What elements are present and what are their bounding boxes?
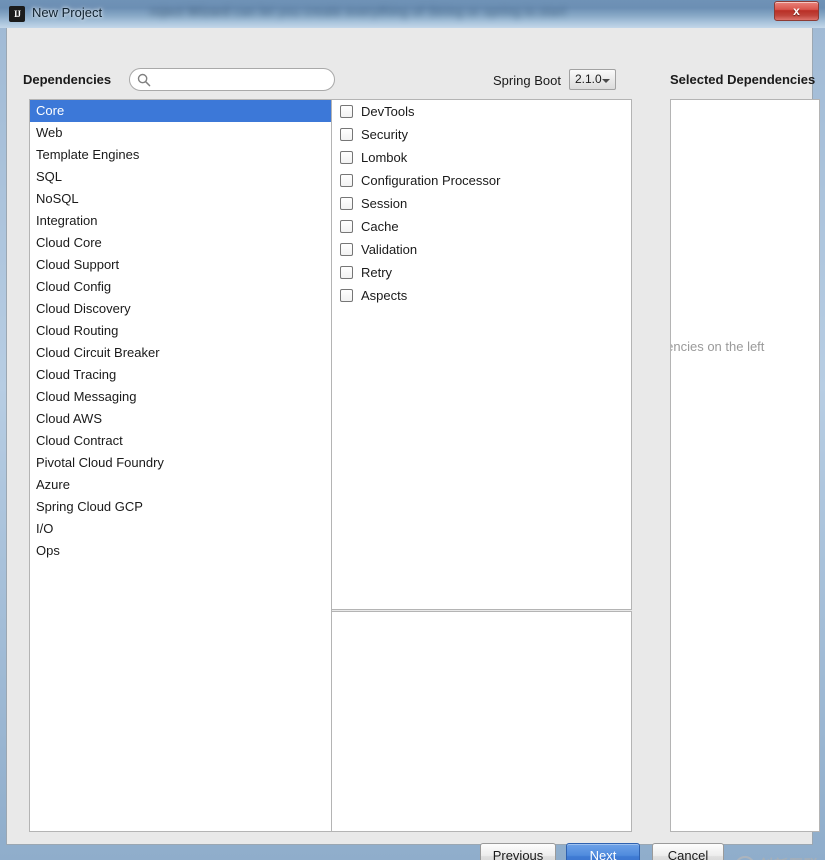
category-list-item[interactable]: Cloud Tracing [30, 364, 331, 386]
dependency-list-item[interactable]: Validation [332, 238, 631, 261]
dependency-list-item[interactable]: Retry [332, 261, 631, 284]
selected-dependencies-hint: Select dependencies on the left [671, 339, 765, 354]
checkbox-icon[interactable] [340, 243, 353, 256]
category-list-item[interactable]: Spring Cloud GCP [30, 496, 331, 518]
checkbox-icon[interactable] [340, 266, 353, 279]
titlebar-blur-text-b: can let you create everything of String … [233, 4, 567, 19]
category-list-item[interactable]: Azure [30, 474, 331, 496]
checkbox-icon[interactable] [340, 128, 353, 141]
category-list-item[interactable]: Cloud Config [30, 276, 331, 298]
search-icon [137, 73, 151, 87]
checkbox-icon[interactable] [340, 105, 353, 118]
spring-boot-version-value: 2.1.0 [575, 72, 602, 86]
category-list-item[interactable]: Cloud Core [30, 232, 331, 254]
checkbox-icon[interactable] [340, 220, 353, 233]
dependency-label: DevTools [361, 104, 415, 119]
category-list-item[interactable]: Web [30, 122, 331, 144]
dependency-label: Lombok [361, 150, 408, 165]
spring-boot-label: Spring Boot [493, 73, 561, 88]
chevron-down-icon [602, 79, 610, 83]
dependency-label: Configuration Processor [361, 173, 501, 188]
titlebar-blur-text-a: roject Wizard [150, 4, 230, 19]
dependency-list[interactable]: DevTools Security Lombok Configuration Proc… [331, 99, 632, 610]
title-bar: roject Wizard can let you create everyth… [0, 0, 825, 28]
search-box[interactable] [129, 68, 335, 91]
dependency-label: Aspects [361, 288, 408, 303]
dependency-label: Validation [361, 242, 418, 257]
category-list-item[interactable]: Ops [30, 540, 331, 562]
category-list-item[interactable]: Cloud Messaging [30, 386, 331, 408]
checkbox-icon[interactable] [340, 289, 353, 302]
dependency-list-item[interactable]: DevTools [332, 100, 631, 123]
dependency-list-item[interactable]: Aspects [332, 284, 631, 307]
titlebar-background-blur: roject Wizard can let you create everyth… [150, 0, 825, 28]
dependency-list-item[interactable]: Configuration Processor [332, 169, 631, 192]
category-list-item[interactable]: SQL [30, 166, 331, 188]
description-panel [331, 611, 632, 832]
selected-dependencies-label: Selected Dependencies [670, 72, 816, 87]
checkbox-icon[interactable] [340, 197, 353, 210]
dependency-label: Cache [361, 219, 399, 234]
category-list-item[interactable]: Cloud Circuit Breaker [30, 342, 331, 364]
checkbox-icon[interactable] [340, 174, 353, 187]
category-list-item[interactable]: Cloud Discovery [30, 298, 331, 320]
watermark-chinese-text: 创新互联 [759, 855, 819, 860]
dependency-list-item[interactable]: Lombok [332, 146, 631, 169]
close-icon: x [793, 4, 800, 18]
dependency-list-item[interactable]: Cache [332, 215, 631, 238]
category-list-item[interactable]: Cloud Contract [30, 430, 331, 452]
dependency-list-item[interactable]: Security [332, 123, 631, 146]
category-list-item[interactable]: Template Engines [30, 144, 331, 166]
category-list[interactable]: Core Web Template Engines SQL NoSQL Integrati… [29, 99, 332, 832]
category-list-item[interactable]: Cloud Routing [30, 320, 331, 342]
category-list-item[interactable]: Pivotal Cloud Foundry [30, 452, 331, 474]
dependency-list-item[interactable]: Session [332, 192, 631, 215]
spring-boot-version-select[interactable]: 2.1.0 [569, 69, 616, 90]
intellij-idea-icon: IJ [9, 6, 25, 22]
checkbox-icon[interactable] [340, 151, 353, 164]
cancel-button[interactable]: Cancel [652, 843, 724, 860]
next-button[interactable]: Next [566, 843, 640, 860]
dialog-client-area: Dependencies Spring Boot 2.1.0 Selected … [6, 28, 820, 860]
window-title: New Project [32, 5, 103, 20]
category-list-item[interactable]: I/O [30, 518, 331, 540]
dependencies-label: Dependencies [23, 72, 112, 87]
window-frame: roject Wizard can let you create everyth… [0, 0, 825, 860]
category-list-item[interactable]: Core [30, 100, 331, 122]
search-input[interactable] [155, 71, 327, 89]
category-list-item[interactable]: Integration [30, 210, 331, 232]
dependency-label: Security [361, 127, 408, 142]
dependency-label: Session [361, 196, 408, 211]
watermark-mark-icon: CX [735, 856, 755, 860]
close-button[interactable]: x [774, 1, 819, 21]
category-list-item[interactable]: Cloud Support [30, 254, 331, 276]
dependency-label: Retry [361, 265, 393, 280]
category-list-item[interactable]: Cloud AWS [30, 408, 331, 430]
selected-dependencies-panel[interactable]: Select dependencies on the left [670, 99, 820, 832]
category-list-item[interactable]: NoSQL [30, 188, 331, 210]
watermark-logo: CX 创新互联 CHUANG XIN HU LIAN [735, 854, 825, 860]
previous-button[interactable]: Previous [480, 843, 556, 860]
